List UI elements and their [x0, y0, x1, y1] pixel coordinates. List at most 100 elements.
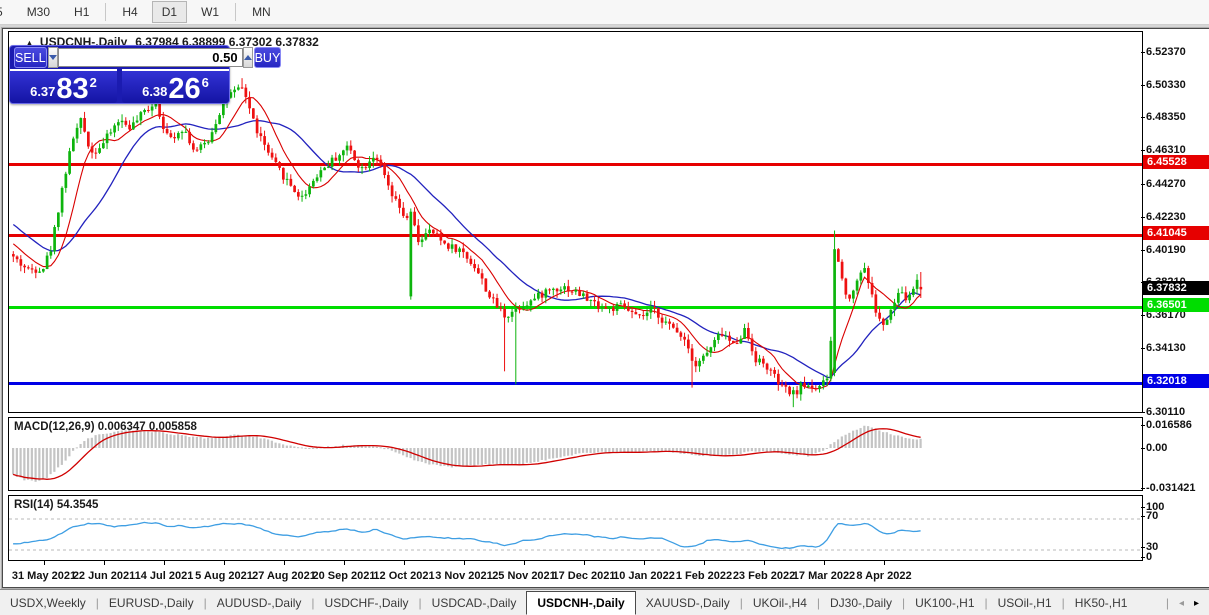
timeframe-button-mn[interactable]: MN [242, 1, 281, 23]
buy-button[interactable]: BUY [254, 47, 282, 68]
trading-app: 5M30H1H4D1W1MN ▲USDCNH-,Daily6.37984 6.3… [0, 0, 1209, 615]
rsi-indicator-label: RSI(14) 54.3545 [14, 499, 98, 511]
date-axis-tick [224, 561, 225, 565]
macd-axis-label: -0.031421 [1146, 482, 1196, 494]
level-price-label: 6.41045 [1143, 226, 1209, 240]
volume-decrease-button[interactable] [48, 47, 58, 68]
tab-eurusd-daily[interactable]: EURUSD-,Daily [99, 592, 204, 614]
macd-values: 0.006347 0.005858 [98, 421, 197, 433]
macd-indicator-label: MACD(12,26,9) 0.006347 0.005858 [14, 421, 197, 433]
buy-price-big: 26 [168, 76, 200, 102]
tab-scroll-right-icon[interactable]: ▸ [1194, 598, 1199, 609]
date-axis-tick [464, 561, 465, 565]
price-axis-tick [1141, 217, 1145, 218]
date-axis-tick [884, 561, 885, 565]
tab-dj30-daily[interactable]: DJ30-,Daily [820, 592, 902, 614]
rsi-pane-canvas[interactable] [8, 495, 1143, 561]
rsi-axis-label: 0 [1146, 551, 1152, 563]
price-axis-tick [1141, 184, 1145, 185]
date-axis-label: 8 Apr 2022 [847, 570, 921, 582]
rsi-axis-tick [1141, 547, 1145, 548]
level-price-label: 6.45528 [1143, 155, 1209, 169]
price-axis-tick [1141, 52, 1145, 53]
timeframe-button-m30[interactable]: M30 [17, 1, 60, 23]
tab-hk50-h1[interactable]: HK50-,H1 [1065, 592, 1138, 614]
tab-xauusd-daily[interactable]: XAUUSD-,Daily [636, 592, 740, 614]
date-axis-tick [584, 561, 585, 565]
tab-scroll-left-icon[interactable]: ◂ [1179, 598, 1184, 609]
sell-button[interactable]: SELL [14, 47, 47, 68]
tab-usdchf-daily[interactable]: USDCHF-,Daily [315, 592, 419, 614]
macd-axis-tick [1141, 448, 1145, 449]
price-axis-label: 6.42230 [1146, 211, 1186, 223]
rsi-axis-tick [1141, 516, 1145, 517]
price-axis-tick [1141, 315, 1145, 316]
tab-usdcnh-daily[interactable]: USDCNH-,Daily [526, 591, 635, 615]
rsi-axis-label: 70 [1146, 510, 1158, 522]
sell-price-sup: 2 [90, 75, 97, 90]
buy-price-small: 6.38 [142, 84, 167, 99]
current-price-label: 6.37832 [1143, 281, 1209, 295]
timeframe-button-5[interactable]: 5 [0, 1, 13, 23]
price-axis-label: 6.48350 [1146, 111, 1186, 123]
date-axis-tick [284, 561, 285, 565]
tab-ukoil-h4[interactable]: UKOil-,H4 [743, 592, 817, 614]
chart-tab-bar: USDX,Weekly|EURUSD-,Daily|AUDUSD-,Daily|… [0, 589, 1209, 615]
price-axis-tick [1141, 250, 1145, 251]
trade-panel-price-row: 6.37832 6.38266 [10, 69, 229, 102]
price-axis-label: 6.34130 [1146, 342, 1186, 354]
date-axis-tick [764, 561, 765, 565]
date-axis-tick [404, 561, 405, 565]
toolbar-separator [105, 3, 106, 21]
price-axis-tick [1141, 412, 1145, 413]
macd-axis-label: 0.00 [1146, 442, 1167, 454]
one-click-trade-panel: SELL BUY 6.37832 6.38266 [9, 45, 230, 104]
sell-price-box[interactable]: 6.37832 [10, 69, 117, 103]
macd-name: MACD(12,26,9) [14, 421, 95, 433]
price-axis-label: 6.44270 [1146, 178, 1186, 190]
tab-usoil-h1[interactable]: USOil-,H1 [988, 592, 1062, 614]
trade-panel-top-row: SELL BUY [10, 46, 229, 69]
price-axis-label: 6.30110 [1146, 406, 1185, 418]
level-price-label: 6.32018 [1143, 374, 1209, 388]
tab-usdx-weekly[interactable]: USDX,Weekly [0, 592, 96, 614]
date-axis-tick [704, 561, 705, 565]
level-price-label: 6.36501 [1143, 298, 1209, 312]
tab-scroll-arrows: | ◂ ▸ [1156, 596, 1209, 610]
timeframe-toolbar: 5M30H1 H4D1W1 MN [0, 0, 1209, 25]
date-axis-tick [644, 561, 645, 565]
arrow-down-icon [49, 55, 57, 60]
date-axis-tick [344, 561, 345, 565]
timeframe-button-w1[interactable]: W1 [191, 1, 229, 23]
timeframe-button-h4[interactable]: H4 [112, 1, 147, 23]
macd-axis-tick [1141, 425, 1145, 426]
rsi-axis-tick [1141, 507, 1145, 508]
toolbar-separator [235, 3, 236, 21]
timeframe-button-d1[interactable]: D1 [152, 1, 187, 23]
price-axis-tick [1141, 348, 1145, 349]
price-axis-label: 6.40190 [1146, 244, 1186, 256]
tab-uk100-h1[interactable]: UK100-,H1 [905, 592, 984, 614]
rsi-name: RSI(14) [14, 499, 54, 511]
tab-separator: | [1166, 596, 1169, 610]
volume-increase-button[interactable] [243, 47, 253, 68]
timeframe-button-h1[interactable]: H1 [64, 1, 99, 23]
price-axis-tick [1141, 117, 1145, 118]
price-axis-label: 6.50330 [1146, 79, 1186, 91]
price-axis-tick [1141, 85, 1145, 86]
buy-price-sup: 6 [202, 75, 209, 90]
macd-axis-label: 0.016586 [1146, 419, 1192, 431]
tab-usdcad-daily[interactable]: USDCAD-,Daily [422, 592, 527, 614]
price-axis-label: 6.52370 [1146, 46, 1186, 58]
arrow-up-icon [244, 55, 252, 60]
date-axis-tick [104, 561, 105, 565]
sell-price-big: 83 [56, 76, 88, 102]
buy-price-box[interactable]: 6.38266 [122, 69, 229, 103]
tab-audusd-daily[interactable]: AUDUSD-,Daily [207, 592, 312, 614]
rsi-axis-tick [1141, 557, 1145, 558]
sell-price-small: 6.37 [30, 84, 55, 99]
date-axis-tick [44, 561, 45, 565]
date-axis-tick [824, 561, 825, 565]
volume-input[interactable] [58, 48, 243, 67]
chart-window: ▲USDCNH-,Daily6.37984 6.38899 6.37302 6.… [2, 28, 1209, 588]
